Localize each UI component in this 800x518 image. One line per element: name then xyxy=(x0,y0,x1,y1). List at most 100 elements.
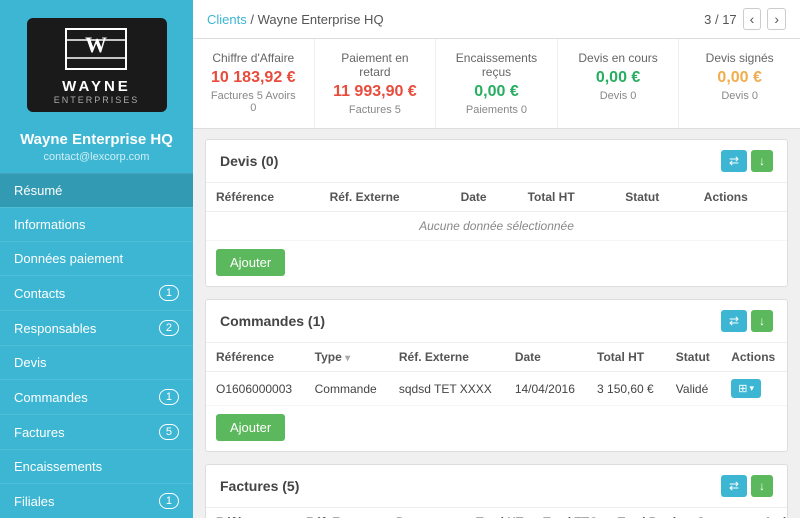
cell-total-ht: 3 150,60 € xyxy=(587,372,666,406)
stat-sub: Factures 5 xyxy=(329,104,422,116)
stat-devis-signes: Devis signés 0,00 € Devis 0 xyxy=(679,39,800,128)
col-date: Date xyxy=(505,343,587,372)
contacts-badge: 1 xyxy=(159,285,179,301)
company-name: Wayne Enterprise HQ xyxy=(20,130,173,150)
commandes-table: Référence Type ▾ Réf. Externe Date Total… xyxy=(206,343,787,406)
col-total-ttc: Total TTC xyxy=(533,508,607,518)
devis-empty-row: Aucune donnée sélectionnée xyxy=(206,212,787,241)
breadcrumb-current: Wayne Enterprise HQ xyxy=(258,12,384,27)
devis-download-button[interactable]: ↓ xyxy=(751,150,773,172)
sidebar-navigation: Résumé Informations Données paiement Con… xyxy=(0,173,193,518)
stat-label: Chiffre d'Affaire xyxy=(207,51,300,65)
commandes-add-button[interactable]: Ajouter xyxy=(216,414,285,441)
cell-date: 14/04/2016 xyxy=(505,372,587,406)
devis-section-title: Devis (0) xyxy=(220,153,278,169)
pagination-info: 3 / 17 xyxy=(704,12,737,27)
stat-encaissements: Encaissements reçus 0,00 € Paiements 0 xyxy=(436,39,558,128)
sidebar-item-label: Devis xyxy=(14,355,47,370)
factures-download-button[interactable]: ↓ xyxy=(751,475,773,497)
factures-table: Référence Réf. Externe Date Total HT Tot… xyxy=(206,508,800,518)
logo-text: WAYNE xyxy=(54,78,140,95)
stat-sub: Devis 0 xyxy=(572,90,665,102)
stat-label: Devis signés xyxy=(693,51,786,65)
table-row: O1606000003 Commande sqdsd TET XXXX 14/0… xyxy=(206,372,787,406)
devis-share-button[interactable]: ⇄ xyxy=(721,150,747,172)
sidebar-item-factures[interactable]: Factures 5 xyxy=(0,414,193,449)
commandes-section-title: Commandes (1) xyxy=(220,313,325,329)
stat-value: 0,00 € xyxy=(450,83,543,101)
cell-statut: Validé xyxy=(666,372,721,406)
stat-sub: Devis 0 xyxy=(693,90,786,102)
sidebar-item-resume[interactable]: Résumé xyxy=(0,173,193,207)
col-statut: Statut xyxy=(666,343,721,372)
main-content: Clients / Wayne Enterprise HQ 3 / 17 ‹ ›… xyxy=(193,0,800,518)
col-actions: Actions xyxy=(694,183,787,212)
col-ref-externe: Réf. Externe xyxy=(389,343,505,372)
commandes-badge: 1 xyxy=(159,389,179,405)
action-icon: ⊞ xyxy=(738,382,747,395)
sidebar-item-label: Factures xyxy=(14,425,65,440)
breadcrumb-parent[interactable]: Clients xyxy=(207,12,247,27)
sidebar-item-responsables[interactable]: Responsables 2 xyxy=(0,310,193,345)
cell-type: Commande xyxy=(305,372,389,406)
pagination-next-button[interactable]: › xyxy=(767,8,786,30)
responsables-badge: 2 xyxy=(159,320,179,336)
filiales-badge: 1 xyxy=(159,493,179,509)
col-total-ht: Total HT xyxy=(518,183,616,212)
factures-section: Factures (5) ⇄ ↓ Référence Réf. Externe … xyxy=(205,464,788,518)
sidebar-item-informations[interactable]: Informations xyxy=(0,207,193,241)
factures-section-title: Factures (5) xyxy=(220,478,299,494)
factures-section-header: Factures (5) ⇄ ↓ xyxy=(206,465,787,508)
wayne-logo-svg: W xyxy=(61,24,131,74)
breadcrumb: Clients / Wayne Enterprise HQ xyxy=(207,12,384,27)
col-type: Type ▾ xyxy=(305,343,389,372)
col-total-ht: Total HT xyxy=(587,343,666,372)
sidebar-item-contacts[interactable]: Contacts 1 xyxy=(0,275,193,310)
sidebar-item-label: Résumé xyxy=(14,183,62,198)
sidebar-item-commandes[interactable]: Commandes 1 xyxy=(0,379,193,414)
stats-row: Chiffre d'Affaire 10 183,92 € Factures 5… xyxy=(193,39,800,129)
devis-section-header: Devis (0) ⇄ ↓ xyxy=(206,140,787,183)
col-statut: Statut xyxy=(615,183,694,212)
col-statut: Statut ▾ xyxy=(687,508,754,518)
stat-sub: Paiements 0 xyxy=(450,104,543,116)
commandes-download-button[interactable]: ↓ xyxy=(751,310,773,332)
commande-action-button[interactable]: ⊞ ▾ xyxy=(731,379,761,398)
col-actions: Actions xyxy=(754,508,800,518)
col-reference: Référence xyxy=(206,343,305,372)
commandes-share-button[interactable]: ⇄ xyxy=(721,310,747,332)
col-actions: Actions xyxy=(721,343,787,372)
pagination-prev-button[interactable]: ‹ xyxy=(743,8,762,30)
stat-label: Paiement en retard xyxy=(329,51,422,79)
stat-chiffre-affaire: Chiffre d'Affaire 10 183,92 € Factures 5… xyxy=(193,39,315,128)
sidebar-item-devis[interactable]: Devis xyxy=(0,345,193,379)
stat-label: Encaissements reçus xyxy=(450,51,543,79)
logo-sub: ENTERPRISES xyxy=(54,95,140,105)
devis-add-button[interactable]: Ajouter xyxy=(216,249,285,276)
top-bar: Clients / Wayne Enterprise HQ 3 / 17 ‹ › xyxy=(193,0,800,39)
commandes-section: Commandes (1) ⇄ ↓ Référence Type ▾ Réf. … xyxy=(205,299,788,452)
sidebar-item-encaissements[interactable]: Encaissements xyxy=(0,449,193,483)
devis-section: Devis (0) ⇄ ↓ Référence Réf. Externe Dat… xyxy=(205,139,788,287)
svg-text:W: W xyxy=(85,32,107,57)
factures-badge: 5 xyxy=(159,424,179,440)
sidebar-item-donnees-paiement[interactable]: Données paiement xyxy=(0,241,193,275)
sidebar-item-filiales[interactable]: Filiales 1 xyxy=(0,483,193,518)
stat-sub: Factures 5 Avoirs 0 xyxy=(207,90,300,114)
col-ref-externe: Réf. Externe xyxy=(296,508,386,518)
company-logo: W WAYNE ENTERPRISES xyxy=(27,18,167,112)
company-email: contact@lexcorp.com xyxy=(44,151,150,163)
sort-icon: ▾ xyxy=(345,353,350,364)
col-ref-externe: Réf. Externe xyxy=(320,183,451,212)
empty-message: Aucune donnée sélectionnée xyxy=(206,212,787,241)
sidebar-item-label: Données paiement xyxy=(14,251,123,266)
factures-section-actions: ⇄ ↓ xyxy=(721,475,773,497)
col-date: Date xyxy=(386,508,466,518)
col-date: Date xyxy=(451,183,518,212)
factures-share-button[interactable]: ⇄ xyxy=(721,475,747,497)
stat-value: 0,00 € xyxy=(693,69,786,87)
stat-value: 10 183,92 € xyxy=(207,69,300,87)
sidebar-item-label: Responsables xyxy=(14,321,96,336)
sidebar-item-label: Filiales xyxy=(14,494,54,509)
col-total-ht: Total HT xyxy=(466,508,533,518)
